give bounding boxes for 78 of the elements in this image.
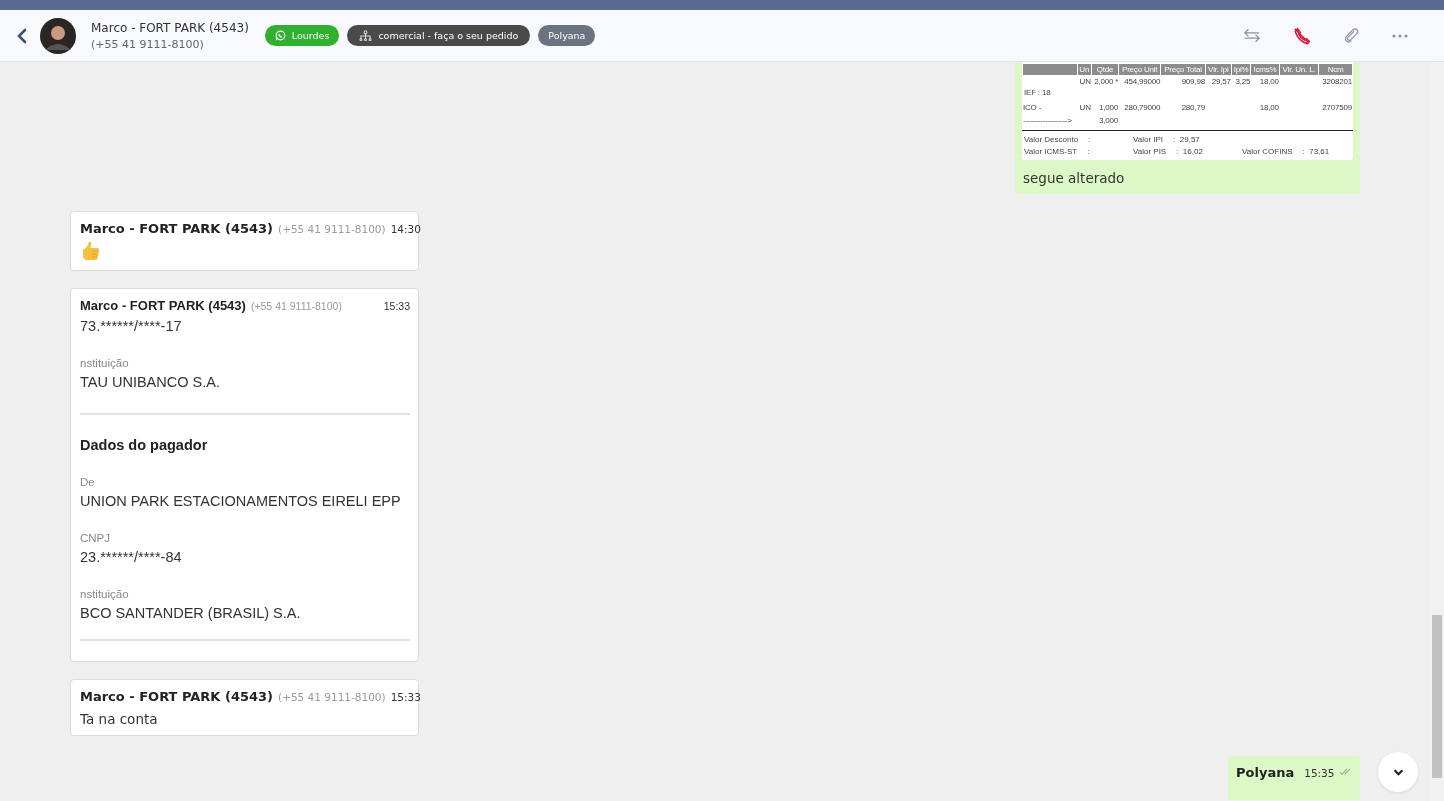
hierarchy-icon (359, 30, 373, 41)
table-header-cell: Vlr. Un. L. (1279, 64, 1319, 75)
whatsapp-icon (274, 30, 286, 41)
total-value: : (1088, 135, 1091, 144)
table-cell-text: 280,79000 (1123, 102, 1161, 114)
end-call-icon[interactable] (1293, 26, 1311, 45)
table-cell-text: 3208201 (1321, 76, 1352, 88)
table-header-cell: Ncm (1319, 64, 1352, 75)
table-cell-text: 909,98 (1180, 76, 1205, 88)
channel-tag: Lourdes (264, 25, 340, 46)
table-cell-text: 3,000 (1098, 115, 1119, 127)
total-label: Valor PIS (1133, 147, 1167, 156)
table-cell-text: UN (1078, 76, 1091, 88)
message-time: 15:33 (390, 691, 421, 703)
message-time: 15:35 (1304, 767, 1335, 779)
sender-phone: (+55 41 9111-8100) (278, 223, 386, 235)
receipt-label: De (80, 476, 96, 488)
table-cell-text: ICO - (1023, 102, 1043, 114)
table-cell-text: 454,99000 (1123, 76, 1161, 88)
table-cell-text: 3,25 (1234, 76, 1251, 88)
agent-tag: Polyana (538, 25, 596, 46)
total-value: : 16,02 (1176, 147, 1203, 156)
table-cell-text: 18,00 (1258, 102, 1279, 114)
sender-phone: (+55 41 9111-8100) (278, 691, 386, 703)
thumbs-up-icon (80, 240, 102, 262)
sender-phone: (+55 41 9111-8100) (250, 300, 342, 312)
table-cell-text: 18,00 (1258, 76, 1279, 88)
total-value: : (1087, 147, 1090, 156)
receipt-value: TAU UNIBANCO S.A. (80, 374, 221, 390)
contact-name: Marco - FORT PARK (4543) (91, 20, 249, 35)
receipt-label: nstituição (80, 588, 130, 600)
table-cell-text: IEF : 18 (1023, 88, 1052, 99)
total-label: Valor IPI (1133, 135, 1164, 144)
receipt-value: 23.******/****-84 (80, 549, 183, 565)
table-header-cell: Icms% (1251, 64, 1279, 75)
total-label: Valor ICMS-ST (1024, 147, 1078, 156)
total-label: Valor COFINS (1242, 147, 1293, 156)
table-header-cell: Un (1077, 64, 1091, 75)
chevron-down-icon (1392, 768, 1404, 776)
table-header-cell: Vlr. Ipi (1205, 64, 1231, 75)
sender-name: Marco - FORT PARK (4543) (80, 221, 274, 236)
table-header-cell: Ipi% (1231, 64, 1251, 75)
table-cell-text: 1,000 (1098, 102, 1119, 114)
total-value: : 73,61 (1302, 147, 1330, 156)
contact-phone: (+55 41 9111-8100) (91, 37, 205, 51)
document-preview[interactable] (1022, 62, 1353, 160)
receipt-label: nstituição (80, 357, 130, 369)
total-value: : 29,57 (1173, 135, 1200, 144)
receipt-label: CNPJ (80, 532, 112, 544)
sender-name: Marco - FORT PARK (4543) (80, 689, 274, 704)
message-time: 15:33 (383, 300, 410, 312)
table-cell-text: 2707509 (1321, 102, 1352, 114)
receipt-image[interactable]: 73.******/****-17 nstituição TAU UNIBANCO S.A. Dados do pagador De UNION PARK ESTACIONAMENTOS EIRELI EPP CNPJ 23.******/****-84 nstituição BCO SANTANDER (BRASIL) S.A. (80, 313, 410, 653)
table-cell-text: UN (1078, 102, 1091, 114)
message-time: 14:30 (390, 223, 421, 235)
more-icon[interactable] (1392, 33, 1408, 38)
transfer-icon[interactable] (1243, 28, 1261, 43)
table-cell-text: 29,57 (1210, 76, 1231, 88)
table-header-cell: Preço Total (1161, 64, 1205, 75)
table-header-cell: Preço Unit (1119, 64, 1161, 75)
attachment-icon[interactable] (1343, 27, 1360, 44)
receipt-value: 73.******/****-17 (80, 318, 183, 334)
back-icon[interactable] (17, 27, 27, 44)
department-tag: comercial - faça o seu pedido (347, 25, 531, 46)
message-text: Ta na conta (80, 711, 159, 727)
sender-name: Polyana (1236, 765, 1295, 780)
table-cell-text: 2,000 * (1093, 76, 1119, 88)
table-cell-text: ------------------> (1023, 115, 1073, 127)
avatar (40, 17, 76, 54)
message-text: segue alterado (1022, 169, 1126, 186)
total-label: Valor Desconto (1024, 135, 1079, 144)
table-cell-text: 280,79 (1180, 102, 1205, 114)
sender-name: Marco - FORT PARK (4543) (80, 298, 246, 313)
receipt-value: UNION PARK ESTACIONAMENTOS EIRELI EPP (80, 493, 402, 509)
table-header-cell: Qtde (1091, 64, 1119, 75)
receipt-heading: Dados do pagador (80, 437, 209, 453)
receipt-value: BCO SANTANDER (BRASIL) S.A. (80, 605, 302, 621)
scrollbar-thumb[interactable] (1432, 615, 1442, 778)
